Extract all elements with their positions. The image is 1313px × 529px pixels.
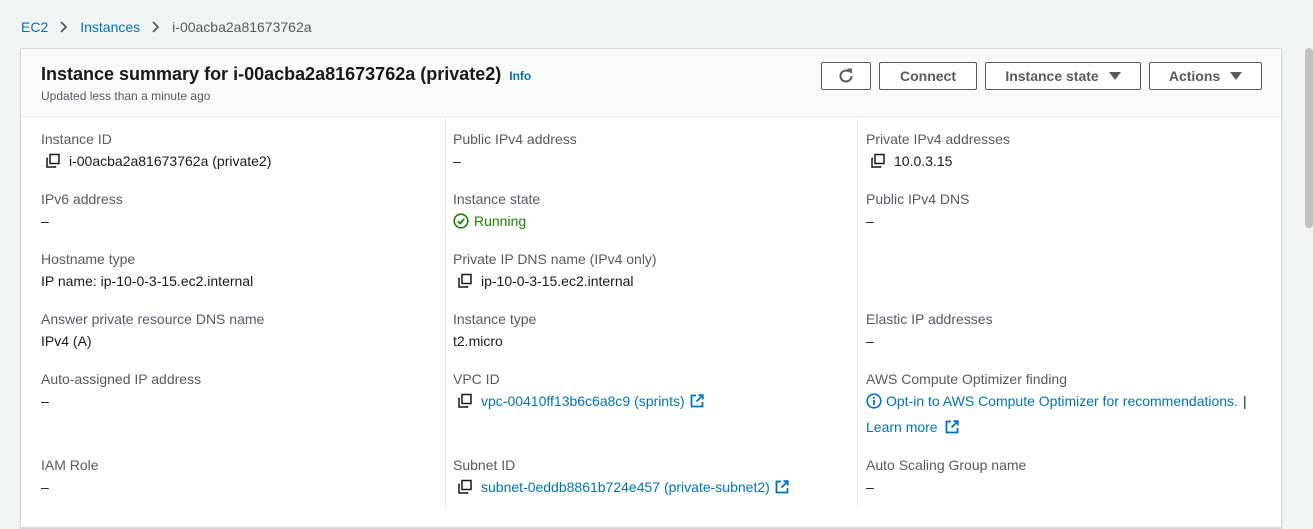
subnet-id-link[interactable]: subnet-0eddb8861b724e457 (private-subnet… (481, 477, 770, 497)
external-link-icon[interactable] (690, 394, 704, 408)
field-label: AWS Compute Optimizer finding (866, 371, 1067, 387)
check-circle-icon (453, 213, 474, 229)
field-label: Private IPv4 addresses (866, 131, 1010, 147)
caret-down-icon (1108, 72, 1121, 80)
chevron-right-icon (152, 21, 160, 33)
field-value-row: ip-10-0-3-15.ec2.internal (453, 271, 863, 291)
refresh-button[interactable] (821, 62, 871, 90)
iam-role-value: – (41, 479, 49, 495)
answer-dns-value: IPv4 (A) (41, 333, 92, 349)
field-label: Auto Scaling Group name (866, 457, 1027, 473)
field-elastic-ip: Elastic IP addresses – (866, 309, 1276, 351)
instance-state-dropdown[interactable]: Instance state (985, 62, 1141, 90)
field-asg: Auto Scaling Group name – (866, 455, 1276, 497)
details-grid: Instance ID i-00acba2a81673762a (private… (21, 117, 1281, 529)
ipv6-value: – (41, 213, 49, 229)
breadcrumb-current: i-00acba2a81673762a (172, 19, 312, 35)
field-label: Auto-assigned IP address (41, 371, 202, 387)
column-left: Instance ID i-00acba2a81673762a (private… (41, 117, 441, 507)
breadcrumb-instances[interactable]: Instances (80, 19, 140, 35)
field-private-dns: Private IP DNS name (IPv4 only) ip-10-0-… (453, 249, 863, 291)
status-badge: Running (453, 211, 863, 231)
field-public-dns: Public IPv4 DNS – (866, 189, 1276, 231)
external-link-icon[interactable] (775, 480, 789, 494)
copy-icon[interactable] (45, 153, 61, 169)
scrollbar[interactable] (1305, 48, 1313, 228)
field-subnet-id: Subnet ID subnet-0eddb8861b724e457 (priv… (453, 455, 863, 497)
info-circle-icon (866, 393, 882, 409)
field-label: Instance type (453, 311, 537, 327)
field-label: Subnet ID (453, 457, 516, 473)
actions-dropdown[interactable]: Actions (1149, 62, 1262, 90)
field-hostname-type: Hostname type IP name: ip-10-0-3-15.ec2.… (41, 249, 451, 291)
field-value-row: Learn more (866, 417, 1276, 437)
field-iam-role: IAM Role – (41, 455, 451, 497)
instance-state-label: Instance state (1005, 68, 1099, 84)
breadcrumb-ec2[interactable]: EC2 (21, 19, 48, 35)
field-label: Public IPv4 address (453, 131, 577, 147)
instance-id-value: i-00acba2a81673762a (private2) (69, 153, 272, 169)
refresh-icon (837, 67, 855, 85)
column-right: Private IPv4 addresses 10.0.3.15 Public … (866, 117, 1276, 507)
field-public-ipv4: Public IPv4 address – (453, 129, 863, 171)
copy-icon[interactable] (457, 273, 473, 289)
field-label: Answer private resource DNS name (41, 311, 265, 327)
field-auto-ip: Auto-assigned IP address – (41, 369, 451, 411)
private-dns-value: ip-10-0-3-15.ec2.internal (481, 273, 634, 289)
actions-label: Actions (1168, 68, 1221, 84)
field-instance-type: Instance type t2.micro (453, 309, 863, 351)
elastic-ip-value: – (866, 333, 874, 349)
field-answer-dns: Answer private resource DNS name IPv4 (A… (41, 309, 451, 351)
asg-value: – (866, 479, 874, 495)
chevron-right-icon (60, 21, 68, 33)
field-label: Instance state (453, 191, 541, 207)
field-label: VPC ID (453, 371, 500, 387)
copy-icon[interactable] (457, 479, 473, 495)
updated-subtitle: Updated less than a minute ago (41, 89, 211, 103)
panel-header: Instance summary for i-00acba2a81673762a… (21, 49, 1281, 117)
column-middle: Public IPv4 address – Instance state Run… (453, 117, 853, 507)
field-value-row: i-00acba2a81673762a (private2) (41, 151, 451, 171)
field-label: IPv6 address (41, 191, 123, 207)
info-link[interactable]: Info (509, 69, 531, 83)
copy-icon[interactable] (870, 153, 886, 169)
field-label: Private IP DNS name (IPv4 only) (453, 251, 657, 267)
field-label: Elastic IP addresses (866, 311, 993, 327)
caret-down-icon (1230, 72, 1243, 80)
field-label: Public IPv4 DNS (866, 191, 970, 207)
page-title-text: Instance summary for i-00acba2a81673762a… (41, 64, 502, 84)
instance-type-value: t2.micro (453, 333, 503, 349)
instance-state-value: Running (474, 213, 527, 229)
public-ipv4-value: – (453, 153, 461, 169)
connect-label: Connect (900, 68, 956, 84)
public-dns-value: – (866, 213, 874, 229)
field-label: Hostname type (41, 251, 136, 267)
field-optimizer: AWS Compute Optimizer finding Opt-in to … (866, 369, 1276, 437)
field-vpc-id: VPC ID vpc-00410ff13b6c6a8c9 (sprints) (453, 369, 863, 411)
field-private-ipv4: Private IPv4 addresses 10.0.3.15 (866, 129, 1276, 171)
optimizer-optin-link[interactable]: Opt-in to AWS Compute Optimizer for reco… (886, 391, 1238, 411)
field-value-row: subnet-0eddb8861b724e457 (private-subnet… (453, 477, 863, 497)
vpc-id-link[interactable]: vpc-00410ff13b6c6a8c9 (sprints) (481, 391, 685, 411)
external-link-icon[interactable] (945, 420, 959, 434)
field-label: IAM Role (41, 457, 99, 473)
field-ipv6: IPv6 address – (41, 189, 451, 231)
field-label: Instance ID (41, 131, 112, 147)
field-value-row: 10.0.3.15 (866, 151, 1276, 171)
instance-summary-panel: Instance summary for i-00acba2a81673762a… (20, 48, 1282, 528)
connect-button[interactable]: Connect (879, 62, 977, 90)
field-instance-state: Instance state Running (453, 189, 863, 231)
field-instance-id: Instance ID i-00acba2a81673762a (private… (41, 129, 451, 171)
field-value-row: Opt-in to AWS Compute Optimizer for reco… (866, 391, 1276, 411)
hostname-type-value: IP name: ip-10-0-3-15.ec2.internal (41, 273, 254, 289)
separator: | (1242, 393, 1247, 409)
breadcrumb: EC2 Instances i-00acba2a81673762a (21, 17, 312, 37)
page-title: Instance summary for i-00acba2a81673762a… (41, 64, 531, 85)
private-ipv4-value: 10.0.3.15 (894, 153, 953, 169)
auto-ip-value: – (41, 393, 49, 409)
field-value-row: vpc-00410ff13b6c6a8c9 (sprints) (453, 391, 863, 411)
learn-more-link[interactable]: Learn more (866, 417, 938, 437)
copy-icon[interactable] (457, 393, 473, 409)
